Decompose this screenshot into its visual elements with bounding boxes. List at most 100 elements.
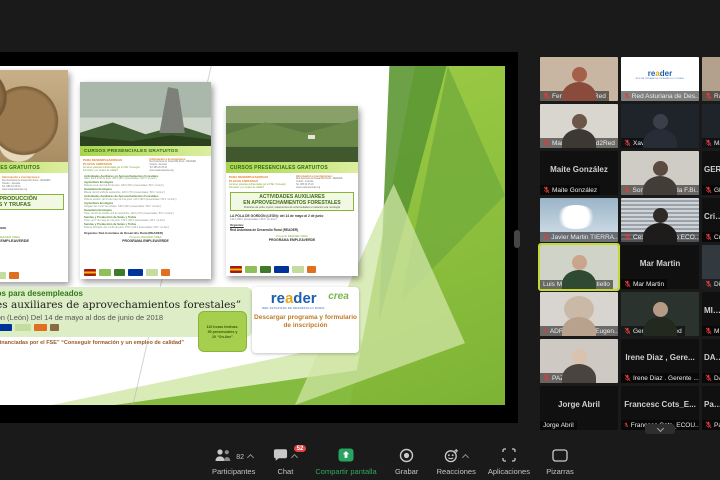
more-participants-button[interactable] <box>645 424 675 434</box>
muted-mic-icon <box>705 233 712 241</box>
toolbar-label: Reacciones <box>437 467 476 476</box>
top-bar <box>0 0 720 52</box>
participant-name: Francesc Cots_E... <box>621 386 699 422</box>
participant-tile[interactable]: Sonia Castañeda F.Bi... <box>621 151 699 195</box>
participant-label: PAZ <box>540 373 567 383</box>
forest-photo <box>226 106 358 162</box>
participant-tile[interactable]: Ra <box>702 57 720 101</box>
chevron-up-icon[interactable] <box>462 454 469 461</box>
seats-line: PLAZAS LIMITADAS <box>83 162 146 166</box>
muted-mic-icon <box>705 92 712 100</box>
participant-label: Jorge Abril <box>540 421 577 430</box>
participant-label: Cesar Zafra Rio ECO... <box>621 232 699 242</box>
people-icon <box>214 448 232 467</box>
poster-title: EN APROVECHAMIENTOS FORESTALES <box>231 200 353 206</box>
banner-course-name: “Actividades auxiliares de aprovechamien… <box>0 299 252 311</box>
chevron-up-icon[interactable] <box>247 454 254 461</box>
poster-program: PROGRAMA EMPLEAVERDE <box>0 239 68 243</box>
meeting-toolbar: 82Participantes 52Chat Compartir pantalla G… <box>212 449 578 476</box>
fse-note: Acciones gratuitas cofinanciadas por el … <box>83 167 146 173</box>
participant-tile[interactable]: Ferrine - Red2Red <box>540 57 618 101</box>
grabar-button[interactable]: Grabar <box>389 449 425 476</box>
chat-icon <box>273 448 288 467</box>
participant-tile[interactable]: Jorge AbrilJorge Abril <box>540 386 618 430</box>
shared-screen-region: CURSOS PRESENCIALES GRATUITOS Informació… <box>0 52 518 423</box>
participant-label: Irene Diaz . Gerente ... <box>621 373 699 383</box>
toolbar-label: Pizarras <box>546 467 574 476</box>
chevron-up-icon[interactable] <box>291 454 298 461</box>
participant-tile[interactable]: Irene Diaz , Gere...Irene Diaz . Gerente… <box>621 339 699 383</box>
participant-tile[interactable]: GER…GE <box>702 151 720 195</box>
poster-cursos-multiples: CURSOS PRESENCIALES GRATUITOS PARA DESEM… <box>80 82 211 279</box>
participant-tile[interactable]: PAZ <box>540 339 618 383</box>
poster-organizer: Red Asturiana de Desarrollo Rural (READE… <box>0 220 68 230</box>
participant-label: Sonia Castañeda F.Bi... <box>621 185 699 195</box>
participant-name: Maite González <box>540 151 618 187</box>
participant-tile[interactable]: MI…M <box>702 292 720 336</box>
participant-label: Di <box>702 279 720 289</box>
poster-program: PROGRAMA EMPLEAVERDE <box>226 238 358 242</box>
participant-name: Irene Diaz , Gere... <box>621 339 699 375</box>
toolbar-label: Aplicaciones <box>488 467 530 476</box>
participant-tile[interactable]: Maria Coto_Red2Red <box>540 104 618 148</box>
participant-tile[interactable]: readerRed Asturiana de Desarrollo RuralR… <box>621 57 699 101</box>
participant-tile[interactable]: Maite GonzálezMaite González <box>540 151 618 195</box>
muted-mic-icon <box>705 421 712 429</box>
pizarras-button[interactable]: Pizarras <box>542 449 578 476</box>
muted-mic-icon <box>543 327 548 335</box>
muted-mic-icon <box>543 139 550 147</box>
banner-title: Cursos gratuitos para desempleados <box>0 289 252 298</box>
poster-subtitle: Prácticas de poda, injerto, tratamientos… <box>231 206 353 209</box>
aplicaciones-button[interactable]: Aplicaciones <box>488 449 530 476</box>
muted-mic-icon <box>624 280 631 288</box>
muted-mic-icon <box>543 186 550 194</box>
participant-label: DA <box>702 373 720 383</box>
participant-tile[interactable]: Mar MartinMar Martin <box>621 245 699 289</box>
participant-label: Cr <box>702 232 720 242</box>
poster-aprovechamientos-forestales: CURSOS PRESENCIALES GRATUITOS PARA DESEM… <box>226 106 358 276</box>
participant-label: Ferrine - Red2Red <box>540 91 609 101</box>
reader-logo-subtext: Red Asturiana de Desarrollo Rural <box>262 307 325 310</box>
participant-tile[interactable]: ADRI VA-Norte Eugen... <box>540 292 618 336</box>
participant-tile[interactable]: Cesar Zafra Rio ECO... <box>621 198 699 242</box>
participant-tile[interactable]: Di <box>702 245 720 289</box>
record-icon <box>399 448 414 468</box>
toolbar-label: Participantes <box>212 467 255 476</box>
participant-tile[interactable]: Pa…Pa <box>702 386 720 430</box>
participant-label: Gema: Red2Red <box>621 326 685 336</box>
fse-note: Acciones gratuitas cofinanciadas por el … <box>229 184 293 190</box>
participant-tile[interactable]: Luis Miguel Rebustiello <box>540 245 618 289</box>
participant-tile[interactable]: Gema: Red2Red <box>621 292 699 336</box>
participant-label: Pa <box>702 420 720 430</box>
muted-mic-icon <box>624 139 631 147</box>
participant-name: DA… <box>702 339 720 375</box>
poster-date: del 7 de mayo al 1 de junio <box>0 212 68 220</box>
reacciones-button[interactable]: Reacciones <box>437 449 476 476</box>
compartir-pantalla-button[interactable]: Compartir pantalla <box>315 449 376 476</box>
muted-mic-icon <box>543 374 550 382</box>
participantes-button[interactable]: 82Participantes <box>212 449 255 476</box>
muted-mic-icon <box>624 186 631 194</box>
fse-footnote: “Acciones gratuitas cofinanciadas por el… <box>0 340 278 346</box>
participant-tile[interactable]: Ma <box>702 104 720 148</box>
participant-tile[interactable]: DA…DA <box>702 339 720 383</box>
panel-resize-handle[interactable] <box>514 230 520 248</box>
muted-mic-icon <box>543 92 550 100</box>
seats-line: PLAZAS LIMITADAS <box>229 179 293 183</box>
toolbar-label: Chat <box>277 467 293 476</box>
participant-tile[interactable]: Cri…Cr <box>702 198 720 242</box>
chevron-down-icon <box>656 424 663 431</box>
muted-mic-icon <box>624 233 631 241</box>
participant-label: Javier Martin TIERRA... <box>540 232 618 242</box>
participant-tile[interactable]: Javier Martin TIERRA... <box>540 198 618 242</box>
muted-mic-icon <box>624 327 631 335</box>
chat-button[interactable]: 52Chat <box>267 449 303 476</box>
logo-strip <box>230 265 354 274</box>
participant-label: ADRI VA-Norte Eugen... <box>540 326 618 336</box>
whiteboard-icon <box>552 449 568 467</box>
poster-program: PROGRAMA EMPLEAVERDE <box>80 239 211 243</box>
participant-tile[interactable]: Xavier Saura <box>621 104 699 148</box>
toolbar-label: Grabar <box>395 467 418 476</box>
zoom-meeting-window: { "colors":{"accent_green":"#8dc63f","sh… <box>0 0 720 480</box>
participant-label: M <box>702 326 720 336</box>
